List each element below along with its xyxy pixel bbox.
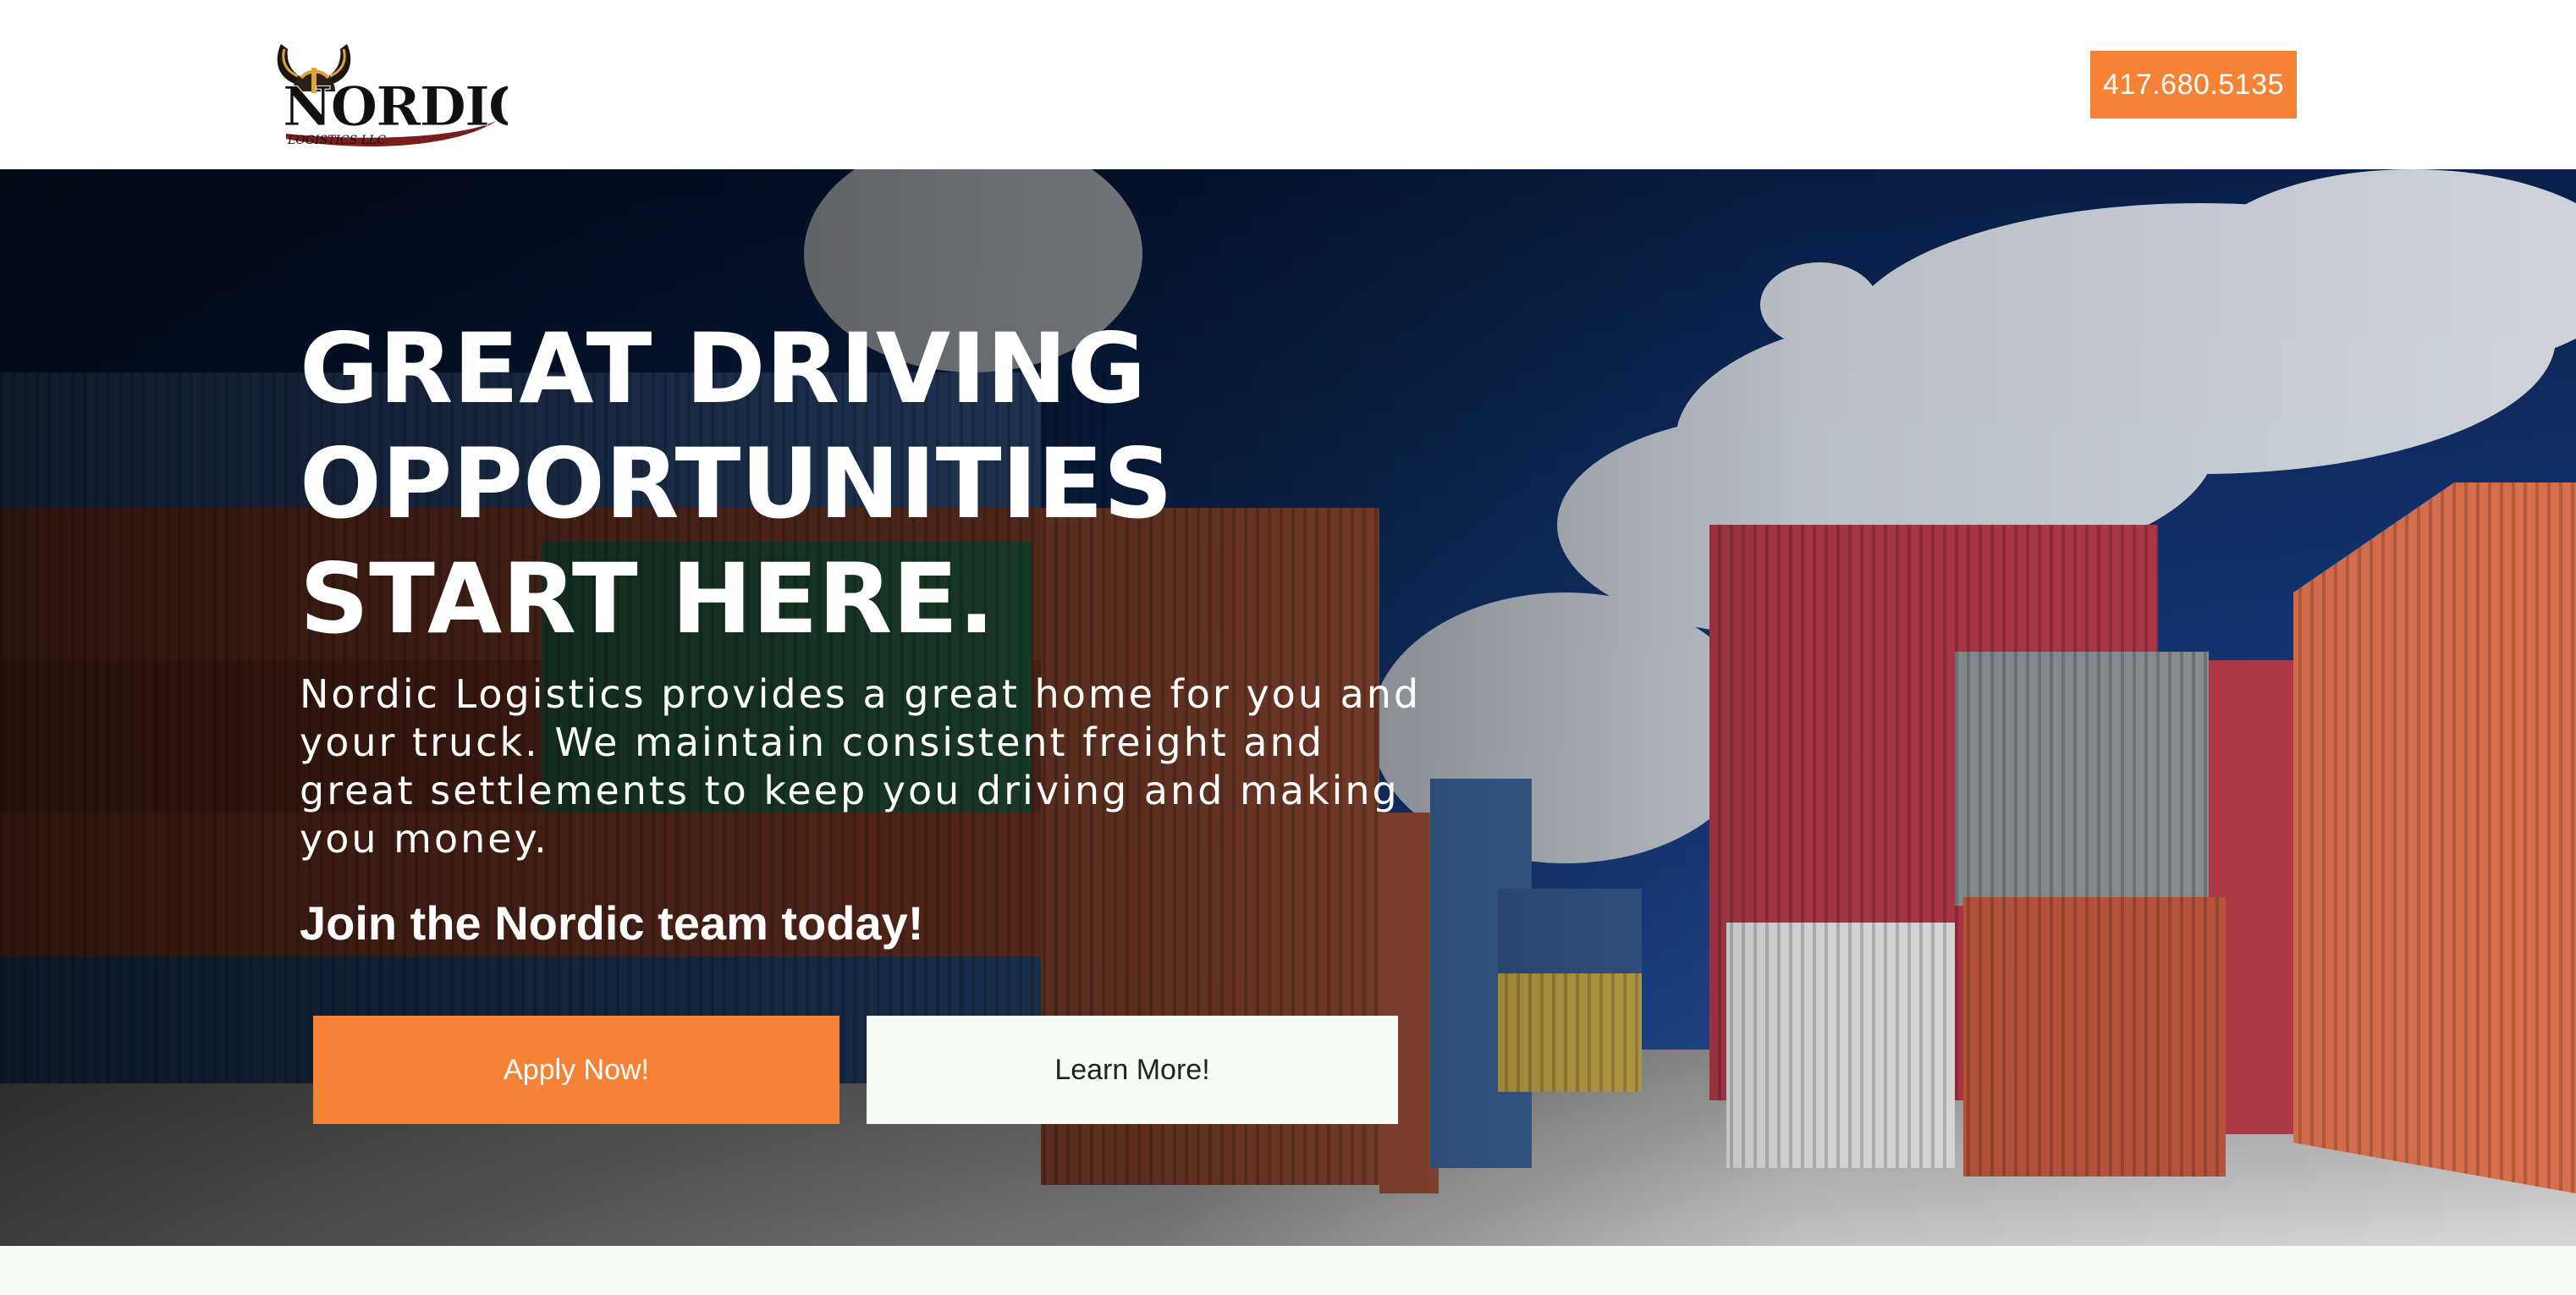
- hero-title: GREAT DRIVING OPPORTUNITIES START HERE.: [300, 311, 1230, 657]
- hero-title-line: START HERE.: [300, 543, 995, 655]
- learn-more-button[interactable]: Learn More!: [867, 1016, 1398, 1124]
- viking-helmet-icon: NORDIC LOGISTICS LLC: [277, 44, 508, 147]
- hero-section: GREAT DRIVING OPPORTUNITIES START HERE. …: [0, 169, 2576, 1246]
- section-divider: [0, 1246, 2576, 1295]
- hero-join-text: Join the Nordic team today!: [300, 896, 924, 950]
- site-header: NORDIC LOGISTICS LLC 417.680.5135: [0, 0, 2576, 169]
- nordic-logo[interactable]: NORDIC LOGISTICS LLC: [269, 25, 508, 149]
- phone-button[interactable]: 417.680.5135: [2090, 51, 2297, 118]
- logo-wordmark: NORDIC: [283, 75, 508, 139]
- hero-description: Nordic Logistics provides a great home f…: [300, 671, 1422, 862]
- hero-title-line: OPPORTUNITIES: [300, 427, 1173, 540]
- apply-now-button[interactable]: Apply Now!: [313, 1016, 839, 1124]
- logo-subtext: LOGISTICS LLC: [287, 134, 386, 147]
- hero-title-line: GREAT DRIVING: [300, 312, 1147, 425]
